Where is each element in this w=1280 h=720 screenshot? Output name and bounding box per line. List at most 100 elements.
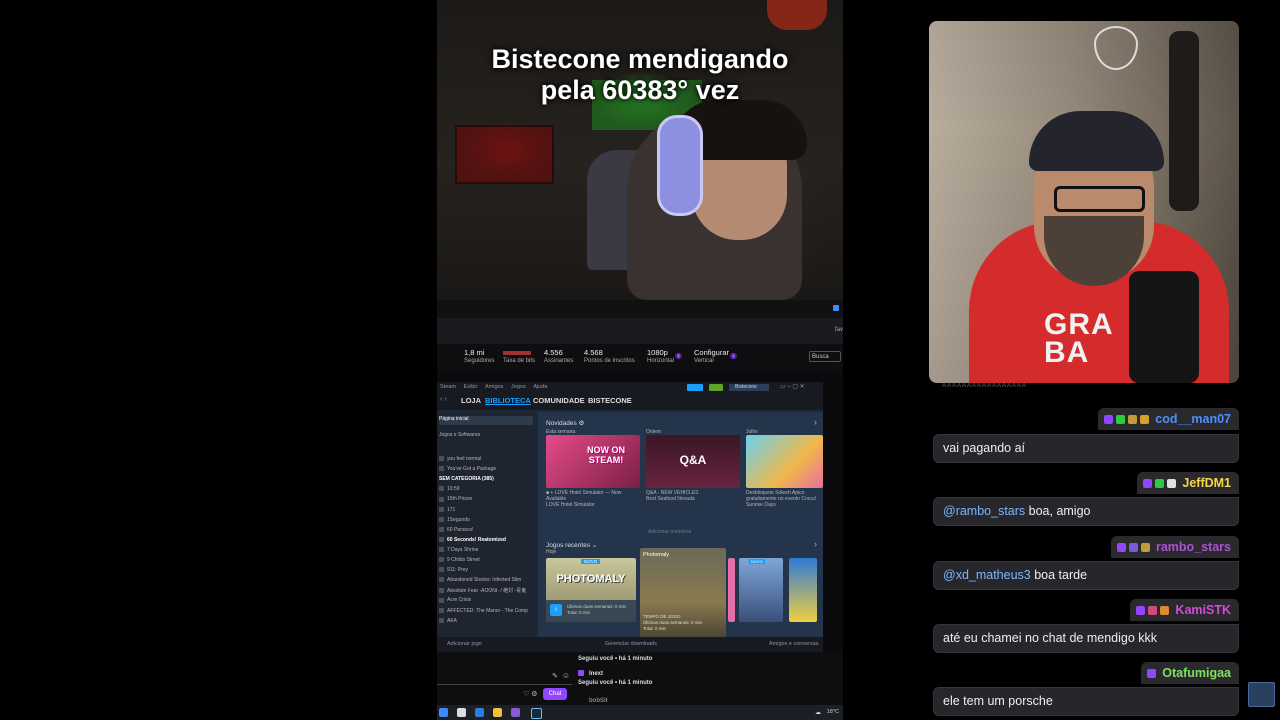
news-card[interactable]: NOW ON STEAM! — [546, 435, 640, 488]
news-card[interactable] — [746, 435, 823, 488]
chat-message: @xd_matheus3 boa tarde — [933, 561, 1239, 590]
chat-input[interactable]: ✎ ☺ — [437, 670, 572, 685]
sidebar-game-item[interactable]: 1Segundo — [439, 517, 533, 526]
menu-item[interactable]: Jogos — [511, 384, 526, 390]
stat-vertical[interactable]: Configurar Vertical — [694, 349, 729, 365]
emote-icon[interactable]: ✎ — [552, 672, 558, 680]
account-menu[interactable]: Bistecone — [729, 384, 769, 391]
stat-sub-points: 4.568 Pontos de inscritos — [584, 349, 635, 365]
menu-item[interactable]: Steam — [440, 384, 456, 390]
playtime: TEMPO DE JOGO Últimas duas semanas: 0 mi… — [643, 614, 702, 632]
sidebar-game-item[interactable]: 10:59 — [439, 486, 533, 495]
sidebar-game-item[interactable]: 60 Seconds! Reatomized — [439, 537, 533, 546]
menu-item[interactable]: Ajuda — [533, 384, 547, 390]
heart-icon — [578, 670, 584, 676]
news-caption: Q&A - NEW VEHICLES Best Seafood Nevada — [646, 490, 741, 502]
sidebar-filter[interactable]: Jogos e Softwares — [439, 432, 533, 441]
chat-button[interactable]: Chat — [543, 688, 567, 700]
caption-line-1: Bistecone mendigando — [491, 44, 789, 74]
game-name: 10:59 — [447, 486, 460, 493]
game-name: 60 Seconds! Reatomized — [447, 536, 506, 543]
chat-username-tag: Otafumigaa — [1141, 662, 1239, 684]
sidebar-game-item[interactable]: 7 Days Shrine — [439, 547, 533, 556]
sidebar-game-item[interactable]: you feel normal — [439, 456, 533, 465]
chat-username: cod__man07 — [1155, 412, 1231, 426]
game-name: 911: Prey — [447, 567, 469, 574]
new-badge: NOVO — [749, 559, 765, 564]
gift-icon[interactable]: ♡ ⚙ — [523, 690, 538, 698]
sidebar-game-item[interactable]: Abandoned Stories: Infected Slim — [439, 577, 533, 586]
stat-bits: Taxa de bits — [503, 349, 535, 365]
game-icon — [439, 466, 444, 472]
stat-value: 4.556 — [544, 348, 563, 357]
chat-text: ele tem um porsche — [943, 694, 1053, 708]
tab-library[interactable]: BIBLIOTECA — [485, 396, 531, 405]
edge-icon[interactable] — [475, 708, 484, 717]
recent-game-featured[interactable]: NOVO PHOTOMALY ⭳ Últimas duas semanas: 0… — [546, 558, 636, 622]
sidebar-game-item[interactable]: AFFECTED: The Manor - The Comp — [439, 608, 533, 617]
search-input[interactable]: Busca — [809, 351, 841, 362]
download-icon[interactable]: ⭳ — [550, 604, 562, 616]
back-arrow-icon[interactable]: ‹ › — [440, 396, 447, 403]
tab-profile[interactable]: BISTECONE — [588, 396, 632, 405]
add-game-button[interactable]: Adicionar jogo — [447, 641, 482, 647]
steam-nav: ‹ › LOJA BIBLIOTECA COMUNIDADE BISTECONE — [437, 392, 823, 410]
news-banner: Q&A — [679, 453, 707, 467]
activity-line: Seguiu você • há 1 minuto — [578, 656, 653, 662]
game-icon — [439, 526, 444, 532]
add-shelf-link[interactable]: Adicionar prateleira — [648, 529, 691, 535]
downloads-button[interactable]: Gerenciar downloads — [605, 641, 657, 647]
chat-username-tag: KamiSTK — [1130, 599, 1239, 621]
chat-badge-icon — [1136, 605, 1146, 615]
window-controls[interactable]: ▭ – ▢ ✕ — [780, 383, 805, 390]
sidebar-game-item[interactable]: You've Got a Package — [439, 466, 533, 475]
recent-game-second[interactable]: Photomaly TEMPO DE JOGO Últimas duas sem… — [640, 548, 726, 638]
broadcast-button[interactable] — [687, 384, 703, 391]
friends-button[interactable]: Amigos e conversas — [769, 641, 819, 647]
sidebar-game-item[interactable]: Acre Crisis — [439, 597, 533, 606]
sidebar-game-item[interactable]: 911: Prey — [439, 567, 533, 576]
record-icon: ◉ — [730, 351, 737, 360]
sidebar-game-item[interactable]: SEM CATEGORIA (385) — [439, 476, 533, 485]
recent-game-thumb[interactable] — [789, 558, 817, 622]
gap-bar — [437, 300, 843, 318]
news-card[interactable]: Q&A — [646, 435, 740, 488]
chat-message: vai pagando aí — [933, 434, 1239, 463]
chat-badge-icon — [1116, 542, 1126, 552]
stat-horizontal[interactable]: 1080p Horizontal — [647, 349, 674, 365]
stat-value: Configurar — [694, 348, 730, 357]
chevron-right-icon[interactable]: › — [814, 417, 817, 427]
steam-icon[interactable] — [531, 708, 542, 719]
game-name: SEM CATEGORIA (385) — [439, 476, 494, 483]
notification-icon[interactable] — [709, 384, 723, 391]
library-sidebar: Página inicial Jogos e Softwares you fee… — [437, 412, 535, 637]
recent-game-thumb[interactable] — [728, 558, 735, 622]
game-name: you feel normal — [447, 456, 482, 462]
game-name: 9 Childs Street — [447, 557, 480, 563]
sidebar-game-item[interactable]: 9 Childs Street — [439, 557, 533, 566]
record-icon: ◉ — [675, 351, 682, 360]
menu-item[interactable]: Exibir — [464, 384, 478, 390]
search-icon[interactable] — [457, 708, 466, 717]
menu-item[interactable]: Amigos — [485, 384, 503, 390]
sidebar-game-item[interactable]: 60 Parsecs! — [439, 527, 533, 536]
sidebar-game-item[interactable]: 15th Prison — [439, 496, 533, 505]
game-icon — [439, 516, 444, 522]
stat-value: 1080p — [647, 348, 668, 357]
chevron-right-icon[interactable]: › — [814, 539, 817, 549]
tab-community[interactable]: COMUNIDADE — [533, 396, 585, 405]
tab-store[interactable]: LOJA — [461, 396, 481, 405]
sidebar-home[interactable]: Página inicial — [439, 416, 533, 425]
recent-game-thumb[interactable]: NOVO — [739, 558, 783, 622]
app-icon[interactable] — [511, 708, 520, 717]
start-icon[interactable] — [439, 708, 448, 717]
steam-footer: Adicionar jogo Gerenciar downloads Amigo… — [437, 637, 823, 652]
chrome-icon[interactable] — [493, 708, 502, 717]
sidebar-game-item[interactable]: 171 — [439, 507, 533, 516]
smiley-icon[interactable]: ☺ — [562, 671, 570, 680]
video-caption: Bistecone mendigando pela 60383° vez — [437, 44, 843, 106]
dashboard-header: fav — [437, 318, 843, 344]
sidebar-game-item[interactable]: AKA — [439, 618, 533, 627]
shirt-line: GRA — [1044, 308, 1114, 341]
sidebar-game-item[interactable]: Absolute Fear -AOONI- / 絶対 -青鬼 — [439, 587, 533, 596]
